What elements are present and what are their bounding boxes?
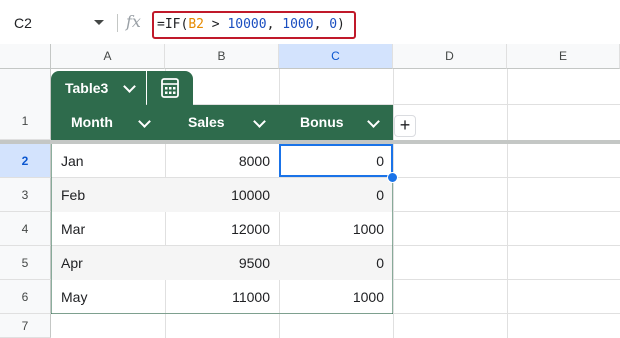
cell-month[interactable]: May bbox=[61, 280, 87, 314]
formula-token: 1000 bbox=[282, 17, 314, 32]
formula-token: B2 bbox=[188, 17, 204, 32]
formula-token: , bbox=[266, 17, 283, 32]
column-header-d[interactable]: D bbox=[393, 44, 507, 69]
cell-bonus[interactable]: 0 bbox=[279, 178, 384, 212]
row-header-1[interactable]: 1 bbox=[0, 69, 51, 140]
row-header-3[interactable]: 3 bbox=[0, 178, 51, 212]
cell-bonus[interactable]: 0 bbox=[279, 246, 384, 280]
column-header-e[interactable]: E bbox=[507, 44, 620, 69]
divider bbox=[117, 14, 118, 32]
add-column-button[interactable]: + bbox=[394, 115, 416, 137]
function-icon: fx bbox=[126, 12, 141, 31]
cell-sales[interactable]: 8000 bbox=[165, 144, 270, 178]
formula-token: =IF( bbox=[157, 17, 189, 32]
cell-sales[interactable]: 11000 bbox=[165, 280, 270, 314]
formula-input[interactable]: =IF(B2 > 10000, 1000, 0) bbox=[152, 11, 356, 39]
formula-token: > bbox=[203, 17, 228, 32]
active-cell-selection bbox=[279, 144, 393, 177]
row-header-5[interactable]: 5 bbox=[0, 246, 51, 280]
cell-month[interactable]: Feb bbox=[61, 178, 85, 212]
name-box[interactable]: C2 bbox=[0, 8, 112, 38]
select-all-corner[interactable] bbox=[0, 44, 51, 69]
grid-line bbox=[507, 69, 508, 338]
formula-token: ) bbox=[337, 17, 345, 32]
chevron-down-icon[interactable] bbox=[253, 115, 266, 128]
table-border bbox=[51, 313, 393, 314]
chevron-down-icon[interactable] bbox=[138, 115, 151, 128]
row-header-4[interactable]: 4 bbox=[0, 212, 51, 246]
cell-month[interactable]: Apr bbox=[61, 246, 83, 280]
table-border bbox=[51, 144, 52, 314]
formula-token: , bbox=[313, 17, 330, 32]
header-month[interactable]: Month bbox=[71, 105, 113, 140]
formula-token: 0 bbox=[329, 17, 338, 32]
chevron-down-icon[interactable] bbox=[94, 20, 104, 25]
chevron-down-icon bbox=[123, 80, 136, 93]
table-view-button[interactable] bbox=[147, 71, 193, 105]
header-bonus[interactable]: Bonus bbox=[300, 105, 344, 140]
table-calculator-icon bbox=[161, 78, 179, 98]
column-header-b[interactable]: B bbox=[165, 44, 279, 69]
formula-bar: C2 fx =IF(B2 > 10000, 1000, 0) bbox=[0, 0, 620, 44]
row-header-2[interactable]: 2 bbox=[0, 144, 51, 178]
column-header-c[interactable]: C bbox=[279, 44, 393, 69]
cell-sales[interactable]: 10000 bbox=[165, 178, 270, 212]
table-header-row: Month Sales Bonus bbox=[51, 105, 393, 140]
cell-sales[interactable]: 12000 bbox=[165, 212, 270, 246]
name-box-value: C2 bbox=[14, 15, 32, 31]
fill-handle[interactable] bbox=[387, 172, 398, 183]
cell-bonus[interactable]: 1000 bbox=[279, 212, 384, 246]
table-name-chip[interactable]: Table3 bbox=[51, 71, 146, 105]
cell-sales[interactable]: 9500 bbox=[165, 246, 270, 280]
cell-month[interactable]: Jan bbox=[61, 144, 84, 178]
chevron-down-icon[interactable] bbox=[367, 115, 380, 128]
cell-month[interactable]: Mar bbox=[61, 212, 85, 246]
row-header-6[interactable]: 6 bbox=[0, 280, 51, 314]
grid-line bbox=[393, 69, 394, 338]
column-header-a[interactable]: A bbox=[51, 44, 165, 69]
header-sales[interactable]: Sales bbox=[188, 105, 225, 140]
table-name: Table3 bbox=[65, 80, 109, 96]
cell-bonus[interactable]: 1000 bbox=[279, 280, 384, 314]
row-header-7[interactable]: 7 bbox=[0, 314, 51, 338]
formula-token: 10000 bbox=[227, 17, 267, 32]
